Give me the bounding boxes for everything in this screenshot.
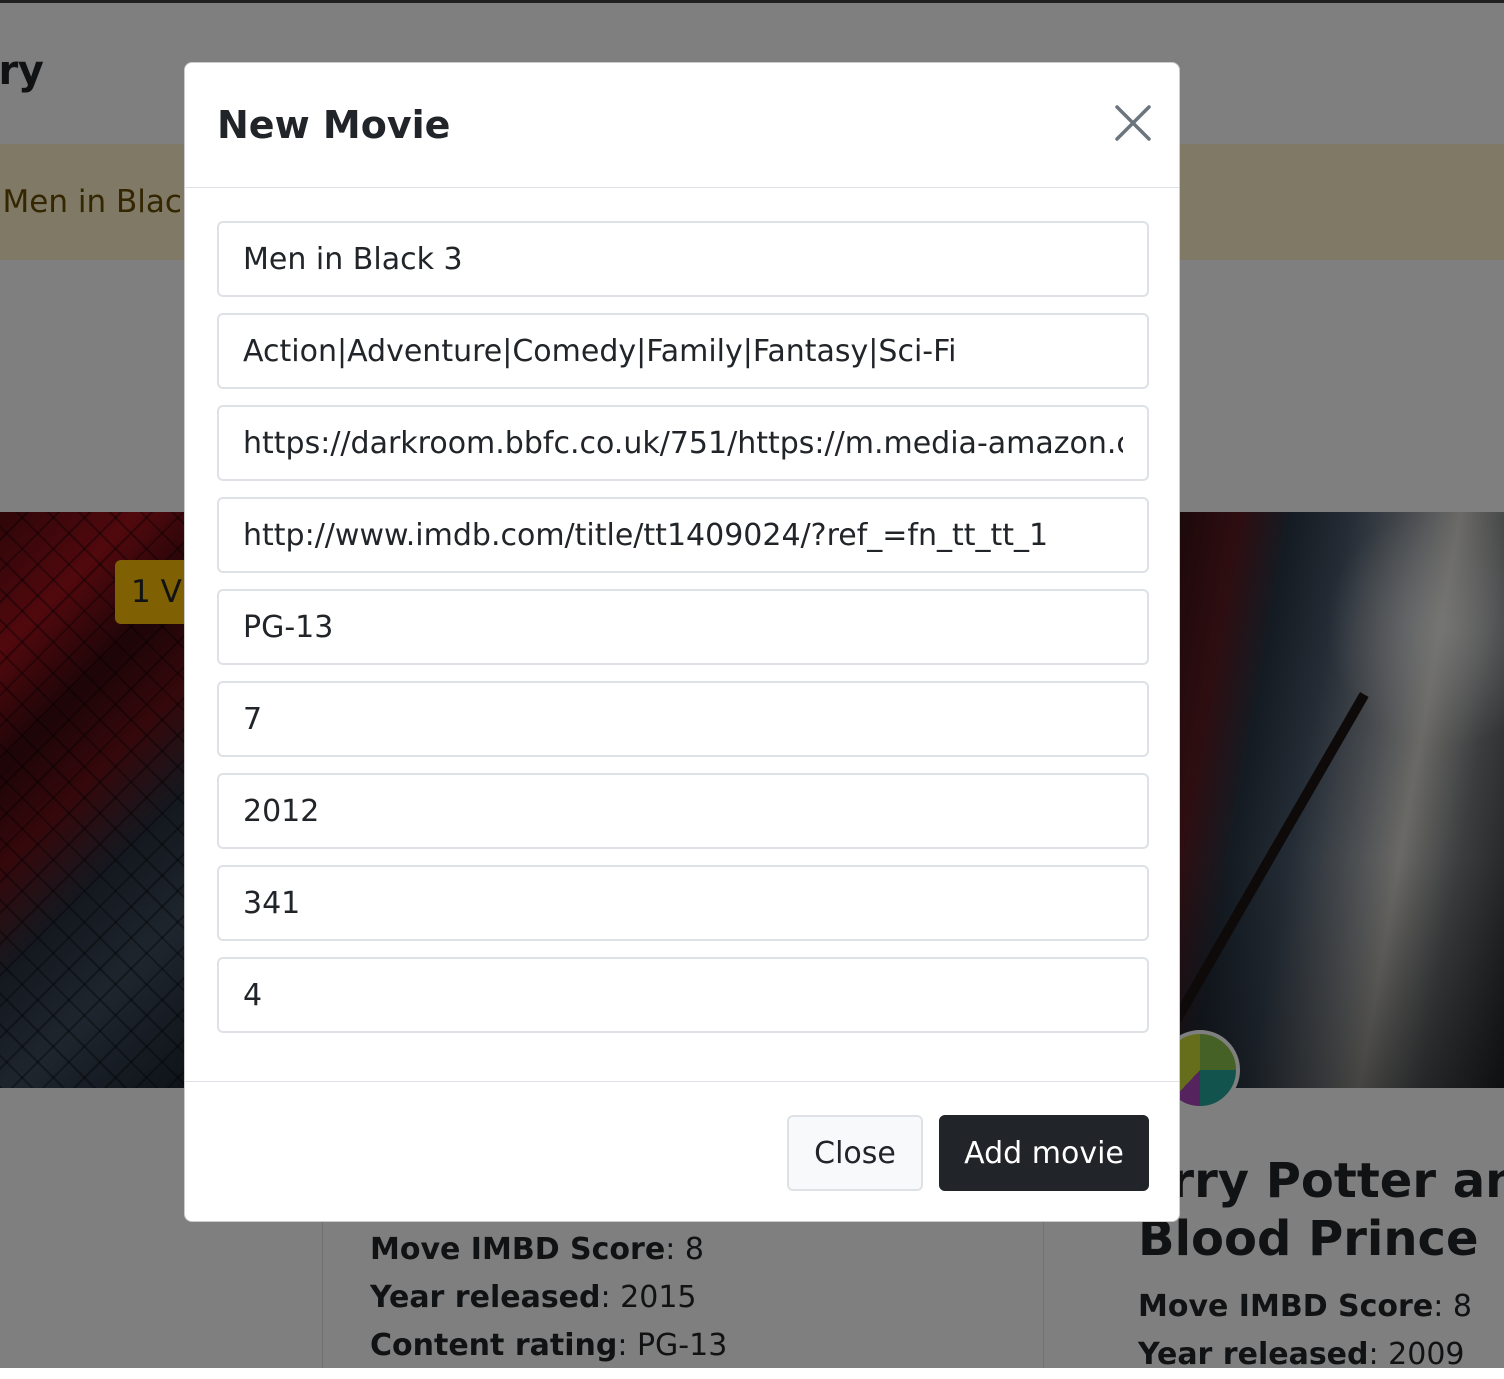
poster-url-input[interactable] bbox=[217, 405, 1149, 481]
year-input[interactable] bbox=[217, 773, 1149, 849]
imdb-score-input[interactable] bbox=[217, 681, 1149, 757]
num-reviews-input[interactable] bbox=[217, 865, 1149, 941]
modal-footer: Close Add movie bbox=[185, 1081, 1179, 1221]
window-top-border bbox=[0, 0, 1504, 3]
modal-body bbox=[217, 221, 1149, 1049]
imdb-link-input[interactable] bbox=[217, 497, 1149, 573]
modal-header: New Movie bbox=[185, 63, 1179, 188]
genres-input[interactable] bbox=[217, 313, 1149, 389]
views-input[interactable] bbox=[217, 957, 1149, 1033]
add-movie-button[interactable]: Add movie bbox=[939, 1115, 1149, 1191]
new-movie-modal: New Movie Close Add movie bbox=[184, 62, 1180, 1222]
modal-title: New Movie bbox=[217, 103, 451, 147]
close-icon[interactable] bbox=[1113, 103, 1153, 143]
title-input[interactable] bbox=[217, 221, 1149, 297]
close-button[interactable]: Close bbox=[787, 1115, 923, 1191]
content-rating-input[interactable] bbox=[217, 589, 1149, 665]
